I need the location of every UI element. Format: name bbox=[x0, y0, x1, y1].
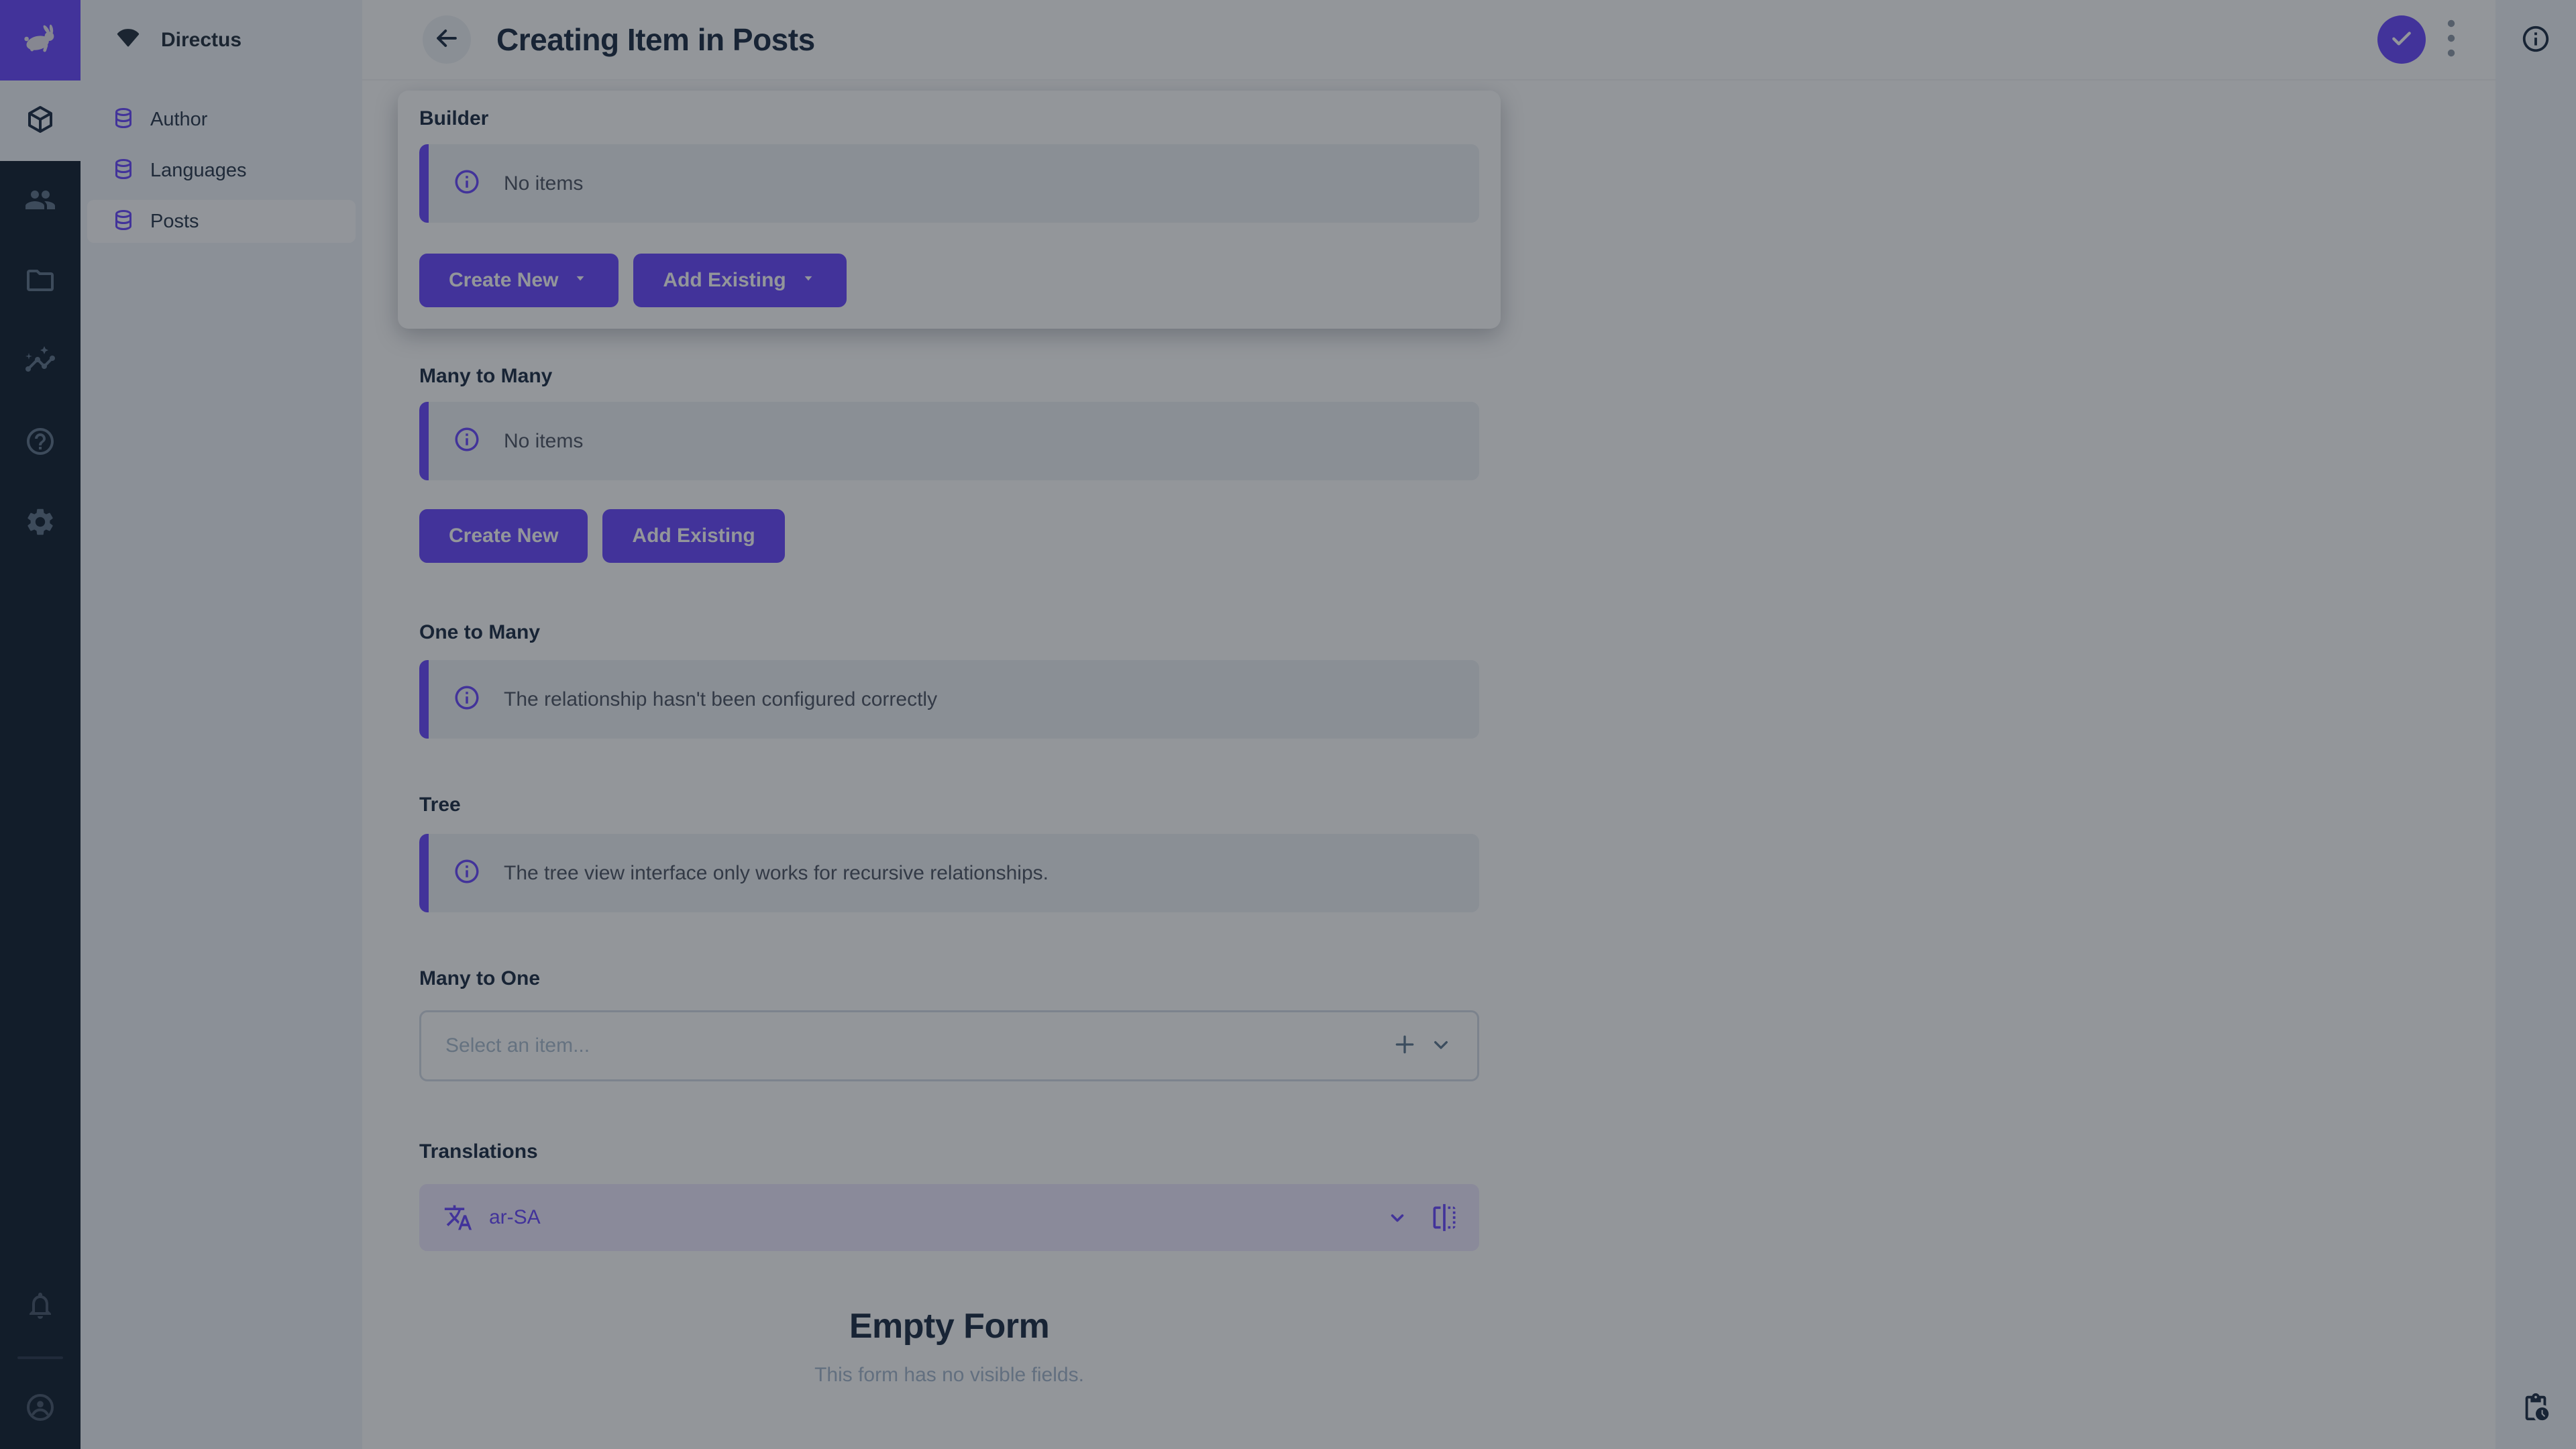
modal-overlay[interactable] bbox=[0, 0, 2576, 1449]
directus-app: Directus Author Languages Posts bbox=[0, 0, 2576, 1449]
